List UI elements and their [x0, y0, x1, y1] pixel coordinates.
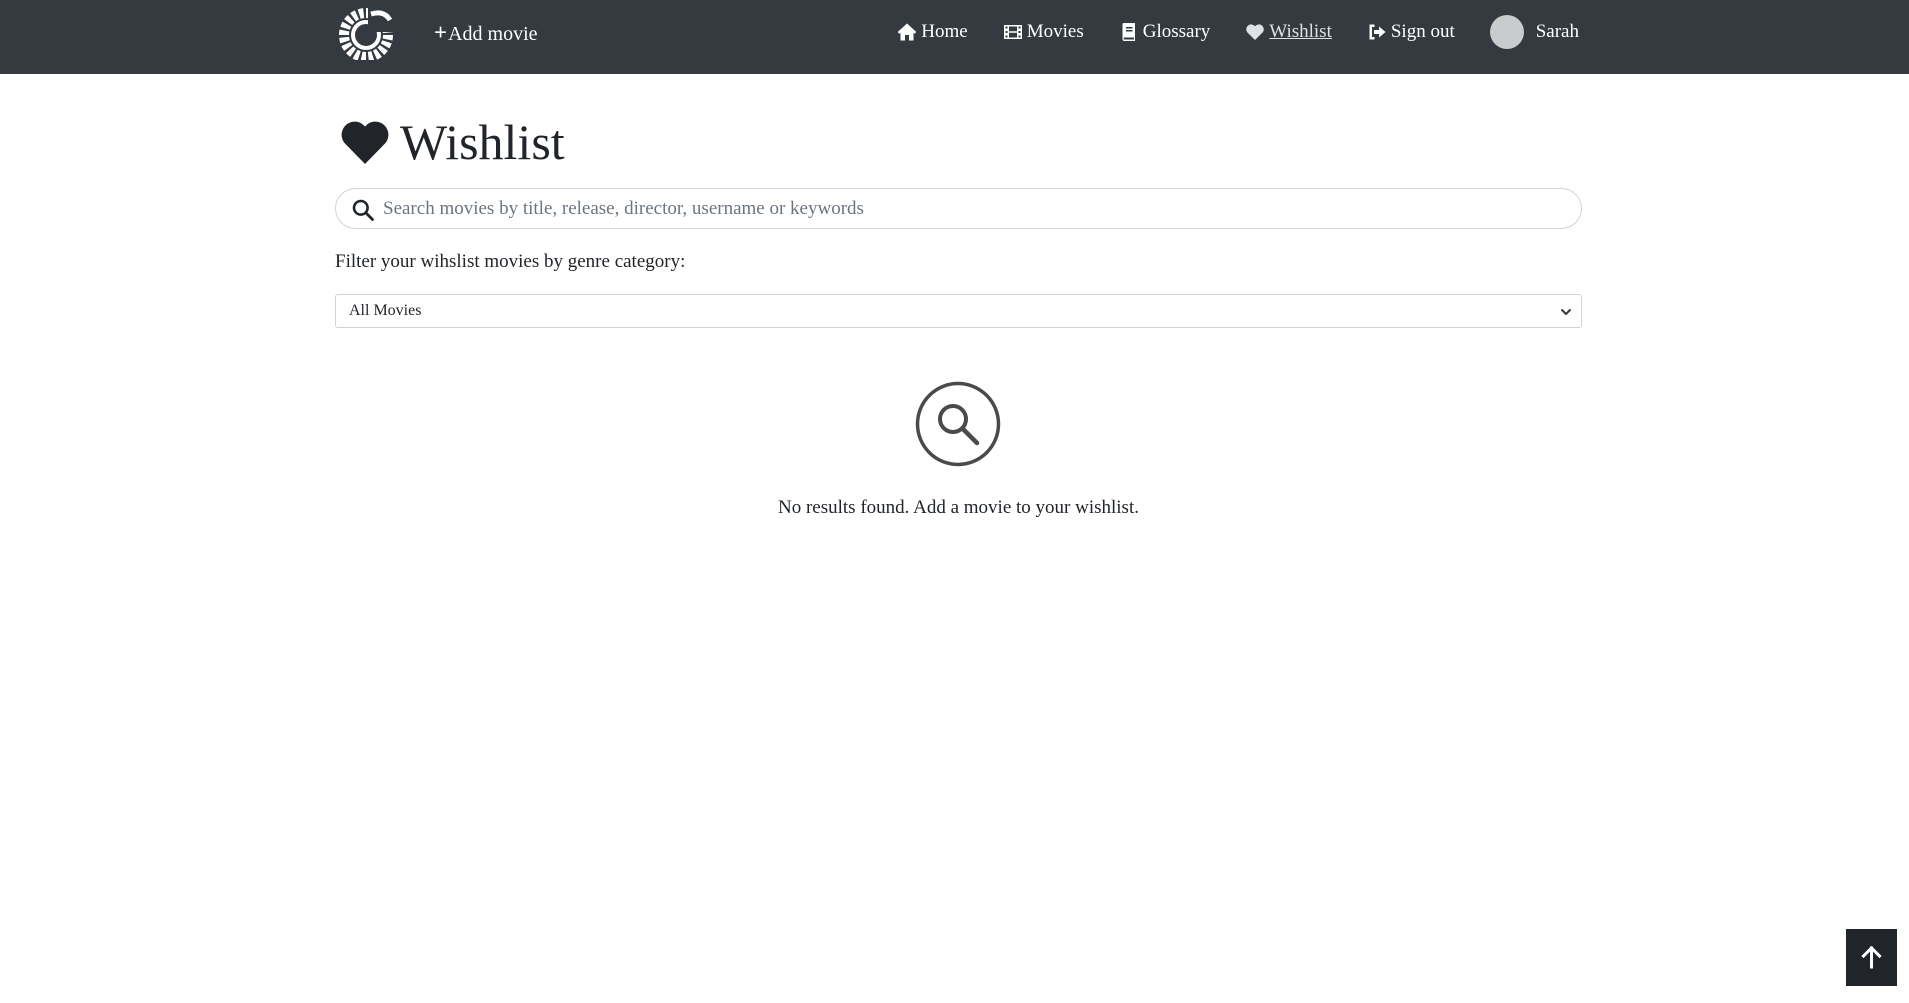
back-to-top-button[interactable] [1846, 929, 1897, 986]
user-menu[interactable]: Sarah [1489, 15, 1579, 49]
search-circle-icon [915, 381, 1001, 467]
search-input[interactable] [379, 189, 1567, 228]
search-box [335, 188, 1582, 229]
genre-select[interactable]: All Movies [335, 294, 1582, 328]
genre-select-value: All Movies [349, 302, 422, 319]
nav-glossary-label: Glossary [1142, 21, 1211, 42]
book-icon [1122, 23, 1135, 41]
nav-home-label: Home [921, 21, 968, 42]
nav-home[interactable]: Home [897, 18, 968, 46]
add-movie-link[interactable]: +Add movie [434, 19, 538, 48]
plus-icon: + [434, 20, 448, 45]
avatar [1489, 15, 1524, 49]
nav-sign-out-label: Sign out [1390, 21, 1455, 42]
home-icon [897, 23, 917, 41]
heart-icon [1246, 24, 1265, 40]
film-icon [1003, 25, 1022, 39]
sign-out-icon [1369, 24, 1386, 40]
search-icon [352, 199, 374, 221]
top-navbar: +Add movie Home Movies Glossary Wishlist… [0, 0, 1909, 74]
nav-glossary[interactable]: Glossary [1119, 18, 1211, 46]
chevron-down-icon [1561, 309, 1571, 315]
page-title-text: Wishlist [400, 114, 565, 170]
user-name: Sarah [1535, 21, 1579, 42]
nav-links: Home Movies Glossary Wishlist Sign out S… [897, 15, 1579, 49]
add-movie-label: Add movie [448, 23, 538, 45]
nav-movies[interactable]: Movies [1003, 18, 1084, 46]
empty-state-message: No results found. Add a movie to your wi… [778, 497, 1139, 518]
nav-sign-out[interactable]: Sign out [1367, 18, 1455, 46]
nav-wishlist[interactable]: Wishlist [1245, 18, 1332, 46]
arrow-up-icon [1861, 945, 1882, 969]
spiral-film-logo-icon[interactable] [334, 8, 398, 60]
heart-icon [341, 121, 389, 164]
nav-wishlist-label: Wishlist [1269, 21, 1332, 42]
page-title: Wishlist [340, 110, 565, 174]
filter-label: Filter your wihslist movies by genre cat… [335, 251, 686, 272]
nav-movies-label: Movies [1026, 21, 1084, 42]
